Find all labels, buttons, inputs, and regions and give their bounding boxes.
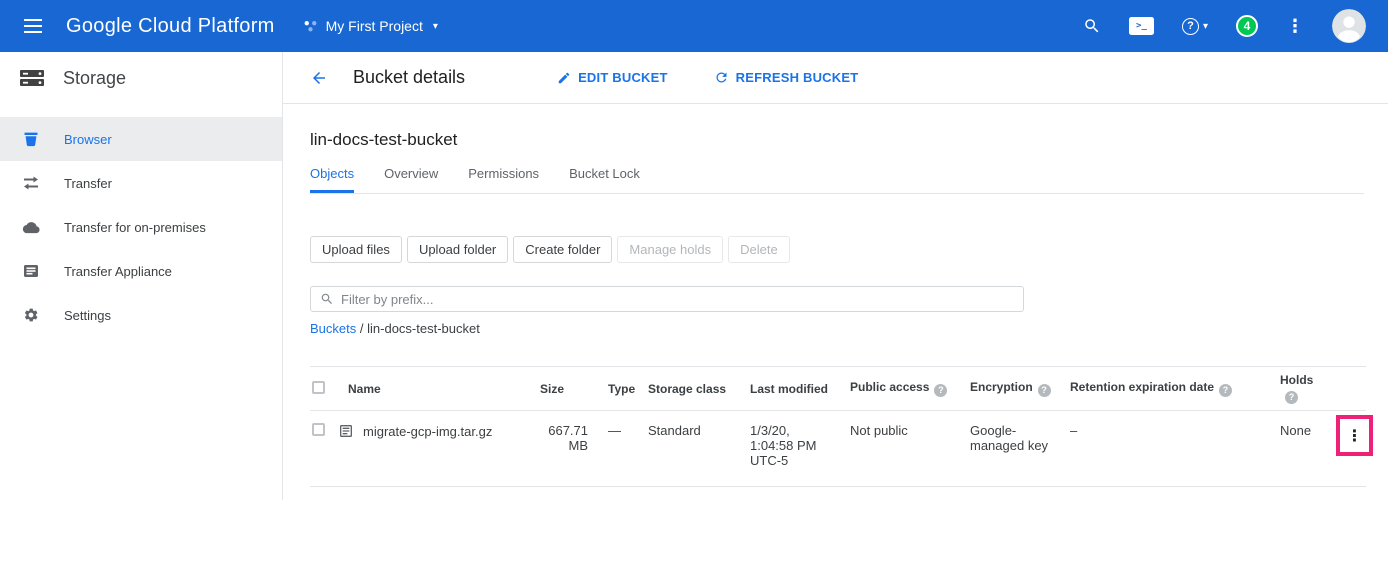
tab-objects[interactable]: Objects xyxy=(310,166,354,193)
edit-bucket-button[interactable]: EDIT BUCKET xyxy=(557,70,668,85)
breadcrumb-separator: / xyxy=(360,321,364,336)
object-encryption: Google-managed key xyxy=(970,423,1056,453)
project-name: My First Project xyxy=(326,18,423,34)
chevron-down-icon: ▾ xyxy=(433,21,438,32)
cloud-shell-icon[interactable]: >_ xyxy=(1129,17,1154,35)
sidebar-title: Storage xyxy=(63,68,126,89)
content-area: lin-docs-test-bucket Objects Overview Pe… xyxy=(283,104,1388,487)
refresh-icon xyxy=(714,70,729,85)
main-panel: Bucket details EDIT BUCKET REFRESH BUCKE… xyxy=(283,52,1388,487)
filter-box xyxy=(310,286,1024,312)
sidebar-item-transfer-appliance[interactable]: Transfer Appliance xyxy=(0,249,282,293)
column-header-size: Size xyxy=(540,382,564,396)
help-icon[interactable]: ? xyxy=(1219,384,1232,397)
select-all-checkbox[interactable] xyxy=(312,381,325,394)
transfer-arrows-icon xyxy=(22,175,40,191)
column-header-type: Type xyxy=(608,382,635,396)
row-more-options-icon[interactable]: ⋮ xyxy=(1347,426,1363,446)
column-header-name: Name xyxy=(348,382,381,396)
gcp-brand-logo[interactable]: Google Cloud Platform xyxy=(66,15,275,38)
object-last-modified: 1/3/20, 1:04:58 PM UTC-5 xyxy=(750,423,822,468)
object-holds: None xyxy=(1280,423,1311,438)
bucket-icon xyxy=(22,131,40,147)
file-icon xyxy=(338,423,354,439)
pencil-icon xyxy=(557,71,571,85)
object-name-link[interactable]: migrate-gcp-img.tar.gz xyxy=(363,424,492,439)
tab-overview[interactable]: Overview xyxy=(384,166,438,193)
top-app-bar: Google Cloud Platform My First Project ▾… xyxy=(0,0,1388,52)
notifications-badge[interactable]: 4 xyxy=(1236,15,1258,37)
sidebar-item-label: Transfer xyxy=(64,176,112,191)
search-icon xyxy=(320,292,334,306)
cloud-upload-icon xyxy=(22,221,40,234)
sidebar-item-transfer-on-premises[interactable]: Transfer for on-premises xyxy=(0,205,282,249)
column-header-encryption: Encryption xyxy=(970,380,1033,394)
sidebar-item-label: Browser xyxy=(64,132,112,147)
breadcrumb-current: lin-docs-test-bucket xyxy=(367,321,480,336)
refresh-bucket-label: REFRESH BUCKET xyxy=(736,70,859,85)
table-header-row: Name Size Type Storage class Last modifi… xyxy=(310,367,1366,411)
sidebar-item-transfer[interactable]: Transfer xyxy=(0,161,282,205)
avatar[interactable] xyxy=(1332,9,1366,43)
column-header-storage-class: Storage class xyxy=(648,382,726,396)
object-type: — xyxy=(608,423,621,438)
sidebar: Storage Browser Transfer Transfer for on… xyxy=(0,52,283,500)
chevron-down-icon: ▾ xyxy=(1203,21,1208,32)
column-header-holds: Holds xyxy=(1280,373,1313,387)
sidebar-item-label: Transfer for on-premises xyxy=(64,220,206,235)
objects-table: Name Size Type Storage class Last modifi… xyxy=(310,366,1366,487)
appliance-icon xyxy=(22,264,40,278)
row-checkbox[interactable] xyxy=(312,423,325,436)
back-arrow-icon[interactable] xyxy=(310,69,328,87)
delete-button: Delete xyxy=(728,236,790,263)
search-icon[interactable] xyxy=(1083,17,1101,35)
breadcrumb-buckets-link[interactable]: Buckets xyxy=(310,321,356,336)
sidebar-item-settings[interactable]: Settings xyxy=(0,293,282,337)
sidebar-nav: Browser Transfer Transfer for on-premise… xyxy=(0,104,282,337)
table-row: migrate-gcp-img.tar.gz 667.71 MB — Stand… xyxy=(310,411,1366,487)
hamburger-menu-icon[interactable] xyxy=(0,19,66,33)
sidebar-item-browser[interactable]: Browser xyxy=(0,117,282,161)
create-folder-button[interactable]: Create folder xyxy=(513,236,612,263)
upload-files-button[interactable]: Upload files xyxy=(310,236,402,263)
manage-holds-button: Manage holds xyxy=(617,236,723,263)
breadcrumb: Buckets / lin-docs-test-bucket xyxy=(310,321,1364,336)
refresh-bucket-button[interactable]: REFRESH BUCKET xyxy=(714,70,859,85)
column-header-retention: Retention expiration date xyxy=(1070,380,1214,394)
storage-product-icon xyxy=(19,67,45,89)
filter-prefix-input[interactable] xyxy=(341,292,1014,307)
project-selector[interactable]: My First Project ▾ xyxy=(303,18,438,34)
tab-bucket-lock[interactable]: Bucket Lock xyxy=(569,166,640,193)
project-icon xyxy=(303,19,318,33)
object-size: 667.71 MB xyxy=(548,423,588,453)
bucket-name-heading: lin-docs-test-bucket xyxy=(310,130,1364,150)
object-retention: – xyxy=(1070,423,1077,438)
sidebar-item-label: Settings xyxy=(64,308,111,323)
page-title: Bucket details xyxy=(353,67,465,88)
object-actions: Upload files Upload folder Create folder… xyxy=(310,236,1364,263)
sidebar-item-label: Transfer Appliance xyxy=(64,264,172,279)
upload-folder-button[interactable]: Upload folder xyxy=(407,236,508,263)
page-header: Bucket details EDIT BUCKET REFRESH BUCKE… xyxy=(283,52,1388,104)
more-options-icon[interactable]: ⋮ xyxy=(1286,16,1304,37)
help-icon[interactable]: ? xyxy=(1038,384,1051,397)
column-header-last-modified: Last modified xyxy=(750,382,828,396)
help-icon[interactable]: ? xyxy=(934,384,947,397)
tab-permissions[interactable]: Permissions xyxy=(468,166,539,193)
tab-bar: Objects Overview Permissions Bucket Lock xyxy=(310,166,1364,194)
help-menu[interactable]: ? ▾ xyxy=(1182,18,1208,35)
help-icon: ? xyxy=(1182,18,1199,35)
annotation-highlight-box: ⋮ xyxy=(1336,415,1373,456)
edit-bucket-label: EDIT BUCKET xyxy=(578,70,668,85)
sidebar-header: Storage xyxy=(0,52,282,104)
column-header-public-access: Public access xyxy=(850,380,929,394)
object-storage-class: Standard xyxy=(648,423,701,438)
gear-icon xyxy=(22,307,40,323)
help-icon[interactable]: ? xyxy=(1285,391,1298,404)
topbar-actions: >_ ? ▾ 4 ⋮ xyxy=(1083,9,1388,43)
hamburger-icon xyxy=(24,19,42,33)
object-public-access: Not public xyxy=(850,423,908,438)
